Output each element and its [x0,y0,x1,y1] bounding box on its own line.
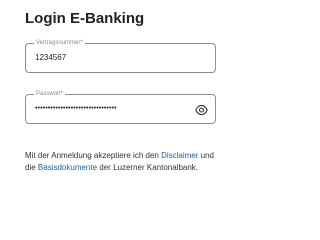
page-title: Login E-Banking [25,10,145,27]
eye-icon[interactable] [195,103,208,116]
basisdokumente-link[interactable]: Basisdokumente [38,163,97,172]
contract-number-value[interactable]: 1234567 [35,53,66,63]
consent-text: Mit der Anmeldung akzeptiere ich den Dis… [25,150,225,174]
contract-number-label: Vertragsnummer* [34,39,85,47]
password-value[interactable]: •••••••••••••••••••••••••••••••• [35,104,117,114]
password-label: Passwort* [34,90,66,98]
password-field[interactable]: Passwort* ••••••••••••••••••••••••••••••… [25,90,216,124]
consent-text-before: Mit der Anmeldung akzeptiere ich den [25,151,162,160]
contract-number-field[interactable]: Vertragsnummer* 1234567 [25,39,216,73]
consent-text-after: der Luzerner Kantonalbank. [97,163,199,172]
disclaimer-link[interactable]: Disclaimer [161,151,198,160]
